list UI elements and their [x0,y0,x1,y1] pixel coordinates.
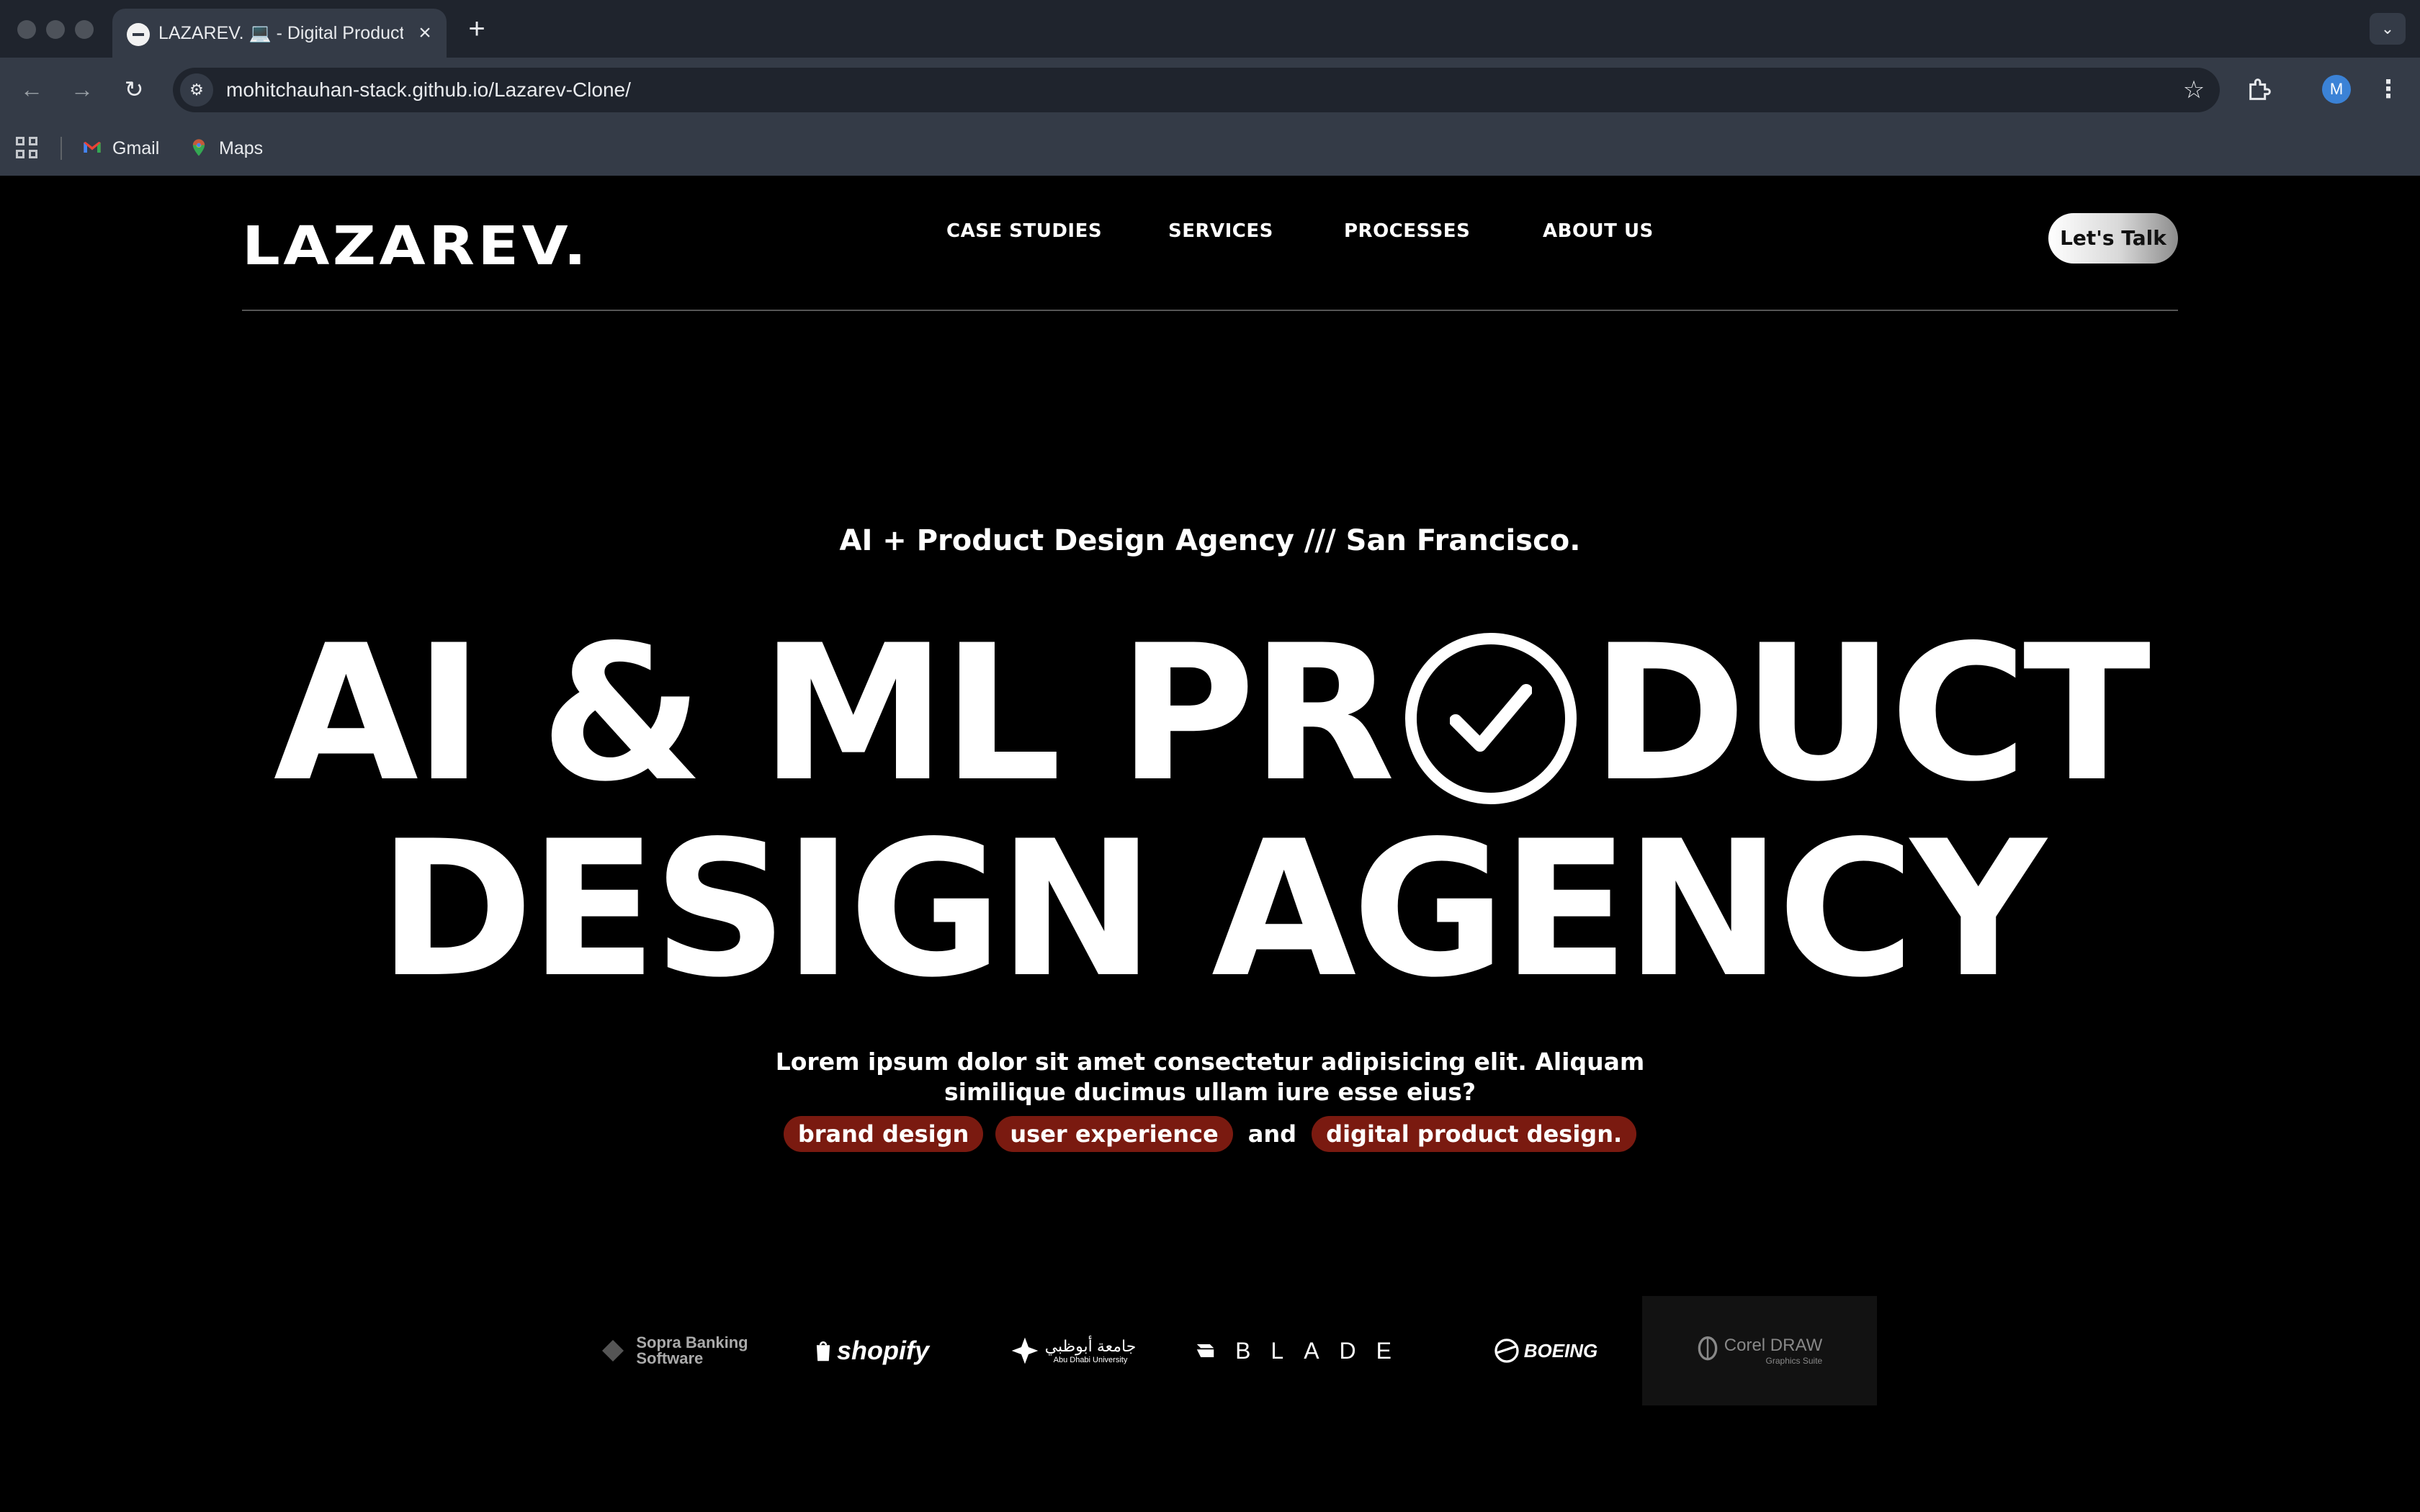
chip-brand-design: brand design [783,1116,984,1152]
adu-english: Abu Dhabi University [1053,1356,1128,1364]
nav-services[interactable]: SERVICES [1168,220,1273,242]
bookmarks-bar: Gmail Maps [0,121,2420,176]
client-logo-sopra: Sopra Banking Software [591,1296,756,1405]
browser-tab-active[interactable]: LAZAREV. 💻 - Digital Product Design Agen… [112,9,447,58]
browser-toolbar: ← → ↻ ⚙ mohitchauhan-stack.github.io/Laz… [0,58,2420,121]
site-settings-icon[interactable]: ⚙ [180,73,213,107]
window-minimize-dot[interactable] [46,20,65,39]
address-bar[interactable]: ⚙ mohitchauhan-stack.github.io/Lazarev-C… [173,68,2220,112]
corel-balloon-icon [1698,1336,1718,1361]
forward-arrow-icon[interactable]: → [63,71,101,108]
window-close-dot[interactable] [17,20,36,39]
chip-user-experience: user experience [995,1116,1233,1152]
boeing-globe-icon [1494,1338,1519,1363]
client-logo-abu-dhabi-university: جامعة أبوظبي Abu Dhabi University [1001,1296,1145,1405]
client-logos-strip: Sopra Banking Software shopify جامعة أبوظ… [591,1296,1877,1405]
tab-search-chevron-icon[interactable]: ⌄ [2370,13,2406,45]
tab-favicon-icon [127,23,150,46]
shopify-wordmark: shopify [836,1336,929,1365]
hero-headline-line2: DESIGN AGENCY [378,801,2046,1019]
window-zoom-dot[interactable] [75,20,94,39]
bookmark-star-icon[interactable]: ☆ [2178,75,2210,107]
apps-grid-icon[interactable] [16,137,39,160]
adu-arabic: جامعة أبوظبي [1044,1337,1137,1355]
nav-case-studies[interactable]: CASE STUDIES [946,220,1102,242]
client-logo-shopify: shopify [814,1296,929,1405]
url-text[interactable]: mohitchauhan-stack.github.io/Lazarev-Clo… [226,68,631,112]
boeing-wordmark: BOEING [1523,1339,1598,1362]
blade-mark-icon [1196,1344,1214,1358]
chip-digital-product-design: digital product design. [1312,1116,1637,1152]
hero-headline-line1: AI & ML PR DUCT [0,613,2420,815]
check-circle-icon [1405,632,1577,804]
bookmark-gmail-label: Gmail [112,138,160,158]
bookmark-maps-label: Maps [219,138,264,158]
sopra-line2: Software [636,1349,704,1367]
bookmark-maps[interactable]: Maps [189,132,263,164]
new-tab-button[interactable]: + [461,13,493,45]
blade-wordmark: BLADE [1235,1337,1412,1364]
client-logo-coreldraw: Corel DRAW Graphics Suite [1642,1296,1877,1405]
headline-text-ai-ml-pr: AI & ML PR [273,606,1395,823]
url-path: /Lazarev-Clone/ [488,78,631,101]
tab-title: LAZAREV. 💻 - Digital Product Design Agen… [158,23,403,43]
lets-talk-button[interactable]: Let's Talk [2048,213,2178,264]
gmail-icon [84,142,101,153]
url-host: mohitchauhan-stack.github.io [226,78,489,101]
corel-sub: Graphics Suite [1765,1356,1823,1366]
corel-wordmark: Corel DRAW [1724,1336,1823,1355]
extensions-puzzle-icon[interactable] [2241,71,2279,108]
client-logo-boeing: BOEING [1476,1296,1613,1405]
back-arrow-icon[interactable]: ← [13,71,50,108]
nav-processes[interactable]: PROCESSES [1344,220,1470,242]
headline-text-duct: DUCT [1591,606,2151,823]
tab-close-icon[interactable]: × [411,19,439,48]
browser-tab-bar: LAZAREV. 💻 - Digital Product Design Agen… [0,0,2420,58]
webpage: LAZAREV. CASE STUDIES SERVICES PROCESSES… [0,176,2420,1512]
sopra-line1: Sopra Banking [636,1333,748,1351]
shopify-bag-icon [816,1341,830,1362]
bookmark-gmail[interactable]: Gmail [82,132,159,164]
site-logo[interactable]: LAZAREV. [242,217,589,275]
adu-star-icon [1011,1337,1038,1364]
sopra-mark-icon [602,1340,624,1362]
maps-pin-icon [192,139,205,157]
chips-connector: and [1247,1120,1297,1148]
hero-tagline: AI + Product Design Agency /// San Franc… [839,524,1581,557]
nav-about-us[interactable]: ABOUT US [1543,220,1654,242]
client-logo-blade: BLADE [1196,1296,1412,1405]
service-chips: brand design user experience and digital… [0,1116,2420,1152]
hero-description: Lorem ipsum dolor sit amet consectetur a… [775,1048,1645,1106]
profile-avatar[interactable]: M [2322,75,2351,104]
header-divider [242,310,2178,311]
reload-icon[interactable]: ↻ [115,71,153,108]
bookmarks-divider [60,137,62,160]
browser-menu-icon[interactable]: ⋮ [2371,71,2406,108]
